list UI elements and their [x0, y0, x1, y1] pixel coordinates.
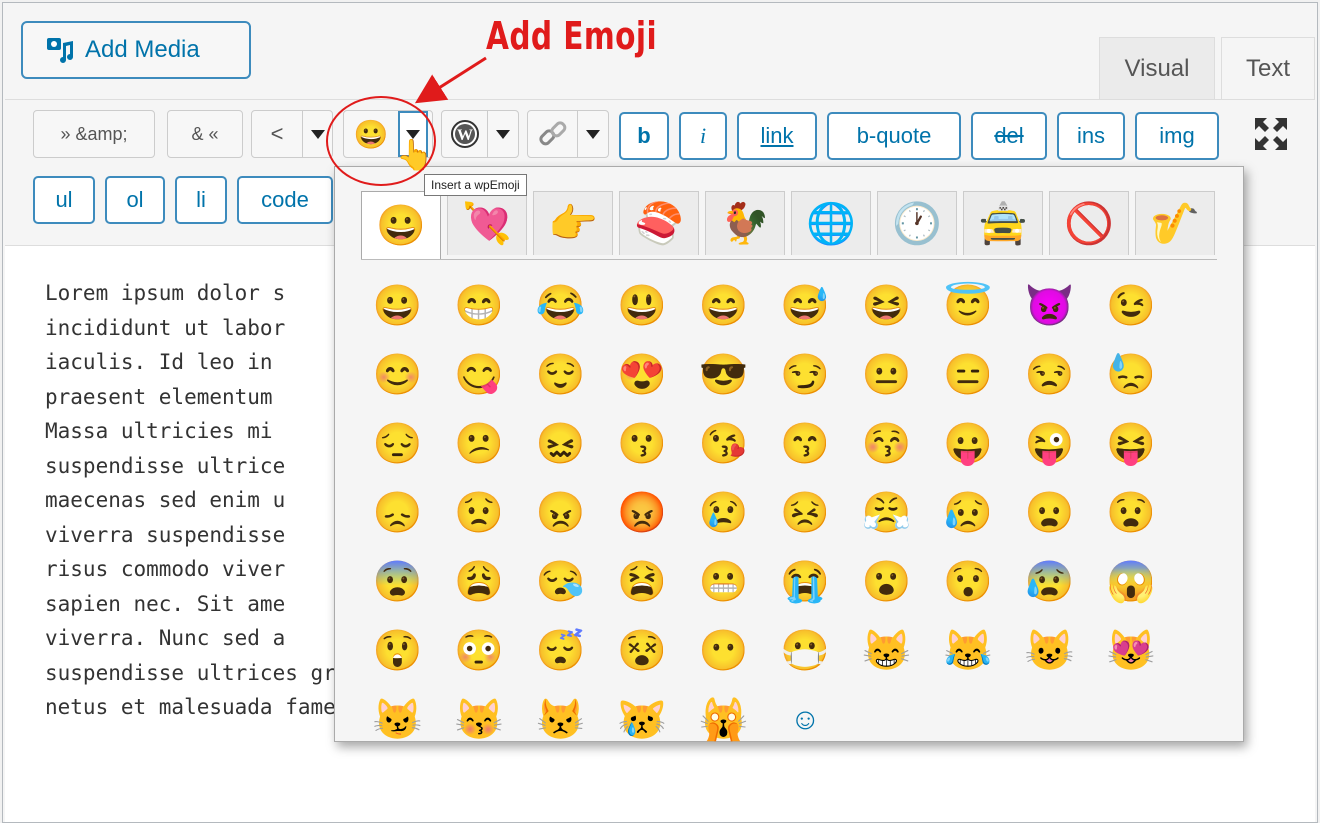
annotation-arrow [414, 56, 487, 104]
